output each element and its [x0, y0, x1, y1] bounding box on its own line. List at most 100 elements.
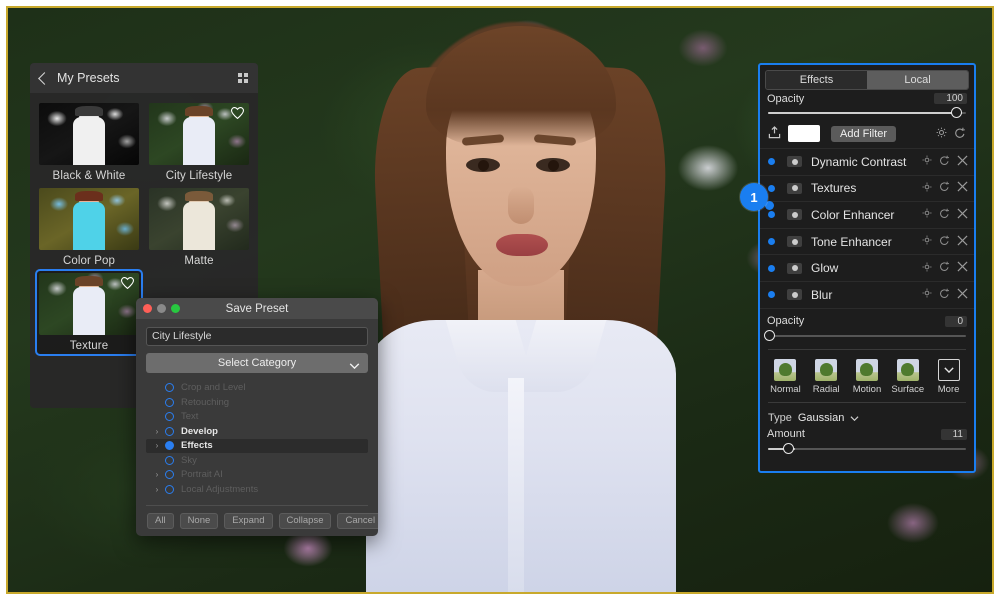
- filter-row-glow[interactable]: Glow: [760, 254, 974, 281]
- filter-enabled-dot[interactable]: [768, 158, 775, 165]
- close-icon[interactable]: [957, 261, 968, 275]
- category-radio[interactable]: [165, 383, 174, 392]
- gear-icon[interactable]: [922, 182, 932, 195]
- filter-thumbnail-icon: [787, 289, 802, 300]
- close-icon[interactable]: [957, 181, 968, 195]
- select-category-dropdown[interactable]: Select Category: [146, 353, 368, 373]
- cancel-button[interactable]: Cancel: [337, 513, 378, 529]
- dialog-body: Select Category Crop and Level Reto: [136, 319, 378, 497]
- blur-opacity-slider[interactable]: [760, 330, 974, 342]
- zoom-window-button[interactable]: [171, 304, 180, 313]
- preset-name-input[interactable]: [146, 327, 368, 346]
- category-row-crop-and-level[interactable]: Crop and Level: [146, 381, 368, 396]
- blur-mode-normal[interactable]: Normal: [768, 359, 803, 395]
- close-icon[interactable]: [957, 155, 968, 169]
- category-radio[interactable]: [165, 470, 174, 479]
- preset-item-city-lifestyle[interactable]: City Lifestyle: [149, 103, 249, 182]
- category-row-develop[interactable]: › Develop: [146, 424, 368, 439]
- category-row-sky[interactable]: Sky: [146, 453, 368, 468]
- add-filter-button[interactable]: Add Filter: [831, 126, 896, 142]
- blur-mode-surface[interactable]: Surface: [890, 359, 925, 395]
- category-radio[interactable]: [165, 412, 174, 421]
- my-presets-title: My Presets: [57, 71, 120, 85]
- filter-row-blur[interactable]: Blur: [760, 281, 974, 308]
- dialog-title-bar: Save Preset: [136, 298, 378, 319]
- category-radio[interactable]: [165, 398, 174, 407]
- mask-export-icon[interactable]: [768, 126, 781, 142]
- category-row-local-adjustments[interactable]: › Local Adjustments: [146, 482, 368, 497]
- mask-swatch[interactable]: [788, 125, 820, 142]
- filter-thumbnail-icon: [787, 209, 802, 220]
- reset-icon[interactable]: [939, 288, 950, 302]
- preset-item-black-and-white[interactable]: Black & White: [39, 103, 139, 182]
- category-row-retouching[interactable]: Retouching: [146, 395, 368, 410]
- global-opacity-label: Opacity: [767, 93, 804, 105]
- preset-item-color-pop[interactable]: Color Pop: [39, 188, 139, 267]
- blur-amount-slider[interactable]: [760, 443, 974, 455]
- expand-button[interactable]: Expand: [224, 513, 272, 529]
- blur-type-row[interactable]: Type Gaussian: [760, 410, 974, 426]
- expand-arrow-icon[interactable]: ›: [152, 470, 162, 479]
- chevron-down-icon[interactable]: [850, 412, 859, 424]
- back-chevron-icon[interactable]: [38, 72, 51, 85]
- blur-mode-radial[interactable]: Radial: [809, 359, 844, 395]
- reset-icon[interactable]: [939, 235, 950, 249]
- favorite-heart-icon[interactable]: [121, 277, 134, 289]
- callout-badge-1: 1: [740, 183, 768, 211]
- tab-local[interactable]: Local: [867, 71, 968, 89]
- window-controls: [136, 304, 180, 313]
- category-radio[interactable]: [165, 441, 174, 450]
- blur-mode-more[interactable]: More: [931, 359, 966, 395]
- grid-view-icon[interactable]: [238, 73, 249, 84]
- preset-item-matte[interactable]: Matte: [149, 188, 249, 267]
- effects-panel-tabs: Effects Local: [765, 70, 969, 90]
- category-radio[interactable]: [165, 456, 174, 465]
- gear-icon[interactable]: [922, 155, 932, 168]
- reset-icon[interactable]: [939, 181, 950, 195]
- favorite-heart-icon[interactable]: [231, 107, 244, 119]
- gear-icon[interactable]: [922, 235, 932, 248]
- category-radio[interactable]: [165, 485, 174, 494]
- reset-icon[interactable]: [939, 155, 950, 169]
- category-row-portrait-ai[interactable]: › Portrait AI: [146, 468, 368, 483]
- filter-enabled-dot[interactable]: [768, 291, 775, 298]
- filter-enabled-dot[interactable]: [768, 185, 775, 192]
- preset-item-texture[interactable]: Texture: [37, 271, 141, 354]
- global-opacity-slider[interactable]: [760, 107, 974, 119]
- preset-thumbnail: [39, 273, 139, 335]
- filter-row-textures[interactable]: Textures: [760, 175, 974, 202]
- category-row-text[interactable]: Text: [146, 410, 368, 425]
- gear-icon[interactable]: [922, 288, 932, 301]
- blur-mode-motion[interactable]: Motion: [850, 359, 885, 395]
- reset-icon[interactable]: [954, 127, 966, 141]
- expand-arrow-icon[interactable]: ›: [152, 485, 162, 494]
- close-icon[interactable]: [957, 288, 968, 302]
- category-radio[interactable]: [165, 427, 174, 436]
- tab-effects[interactable]: Effects: [766, 71, 867, 89]
- filter-enabled-dot[interactable]: [768, 265, 775, 272]
- filter-actions: [922, 288, 968, 302]
- none-button[interactable]: None: [180, 513, 219, 529]
- expand-arrow-icon[interactable]: ›: [152, 441, 162, 450]
- gear-icon[interactable]: [922, 262, 932, 275]
- filter-row-color-enhancer[interactable]: Color Enhancer: [760, 201, 974, 228]
- category-row-effects[interactable]: › Effects: [146, 439, 368, 454]
- filter-toolbar: Add Filter: [760, 119, 974, 148]
- gear-icon[interactable]: [936, 127, 947, 140]
- filter-row-dynamic-contrast[interactable]: Dynamic Contrast: [760, 148, 974, 175]
- reset-icon[interactable]: [939, 208, 950, 222]
- reset-icon[interactable]: [939, 261, 950, 275]
- close-window-button[interactable]: [143, 304, 152, 313]
- minimize-window-button[interactable]: [157, 304, 166, 313]
- filter-enabled-dot[interactable]: [768, 238, 775, 245]
- filter-row-tone-enhancer[interactable]: Tone Enhancer: [760, 228, 974, 255]
- expand-arrow-icon[interactable]: ›: [152, 427, 162, 436]
- gear-icon[interactable]: [922, 208, 932, 221]
- close-icon[interactable]: [957, 208, 968, 222]
- blur-divider-bottom: [768, 402, 966, 403]
- all-button[interactable]: All: [147, 513, 174, 529]
- collapse-button[interactable]: Collapse: [279, 513, 332, 529]
- close-icon[interactable]: [957, 235, 968, 249]
- filter-enabled-dot[interactable]: [768, 211, 775, 218]
- blur-motion-icon: [856, 359, 878, 381]
